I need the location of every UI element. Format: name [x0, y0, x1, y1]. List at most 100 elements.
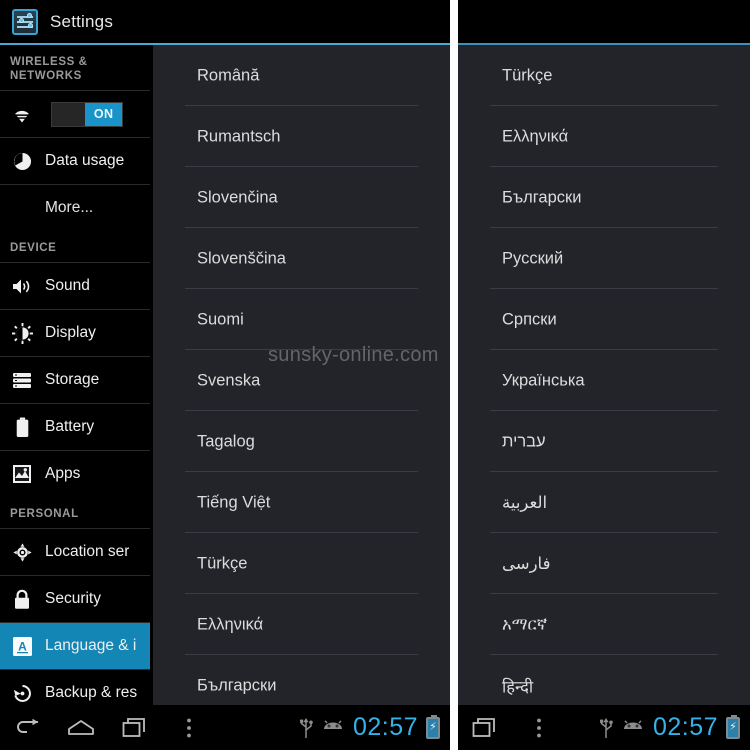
language-label: Български [197, 676, 277, 694]
app-titlebar-right [458, 0, 750, 43]
settings-sidebar: WIRELESS & NETWORKS ON Data usage More..… [0, 45, 150, 705]
lock-icon [10, 587, 34, 611]
language-label: Tiếng Việt [197, 493, 271, 511]
language-list-item[interactable]: עברית [458, 411, 750, 472]
wifi-icon [10, 102, 34, 126]
recent-apps-icon[interactable] [458, 705, 512, 750]
language-list-item[interactable]: Русский [458, 228, 750, 289]
language-label: Rumantsch [197, 127, 281, 145]
sidebar-item-location-services[interactable]: Location ser [0, 529, 150, 575]
status-clock: 02:57 [652, 713, 718, 741]
language-list-item[interactable]: فارسی [458, 533, 750, 594]
sidebar-item-label: More... [45, 199, 94, 216]
language-label: العربية [502, 493, 548, 512]
sidebar-section-header-device: DEVICE [10, 242, 57, 254]
language-list-item[interactable]: Українська [458, 350, 750, 411]
back-arrow-icon[interactable] [0, 705, 54, 750]
language-list-item[interactable]: हिन्दी [458, 655, 750, 705]
sidebar-item-label: Language & i [45, 637, 137, 654]
sidebar-item-label: Security [45, 590, 101, 607]
svg-text:A: A [18, 639, 27, 653]
android-debug-icon [622, 720, 644, 735]
page-title: Settings [50, 11, 114, 31]
language-list-item[interactable]: Български [153, 655, 450, 705]
android-debug-icon [322, 720, 344, 735]
battery-charging-glyph: ⚡ [729, 721, 737, 733]
language-label: አማርኛ [502, 615, 548, 633]
language-list-item[interactable]: Српски [458, 289, 750, 350]
language-list-item[interactable]: Ελληνικά [458, 106, 750, 167]
home-icon[interactable] [54, 705, 108, 750]
sidebar-item-label: Sound [45, 277, 90, 294]
sidebar-item-data-usage[interactable]: Data usage [0, 138, 150, 184]
sidebar-item-label: Location ser [45, 543, 130, 560]
settings-content-right: Türkçe Ελληνικά Български Русский Српски Укра… [458, 45, 750, 705]
overflow-menu-icon[interactable] [162, 705, 216, 750]
language-label: Українська [502, 371, 585, 389]
language-list-item[interactable]: Ελληνικά [153, 594, 450, 655]
language-label: Српски [502, 310, 557, 328]
sidebar-item-backup-and-reset[interactable]: Backup & res [0, 670, 150, 705]
language-list-item[interactable]: Türkçe [458, 45, 750, 106]
navigation-bar-right: 02:57 ⚡ [458, 705, 750, 750]
language-label: Български [502, 188, 582, 206]
language-list-item[interactable]: Suomi [153, 289, 450, 350]
language-label: Svenska [197, 371, 261, 389]
language-label: Türkçe [197, 554, 248, 572]
sidebar-item-label: Storage [45, 371, 100, 388]
battery-charging-icon: ⚡ [726, 714, 740, 739]
brightness-icon [10, 321, 34, 345]
backup-restore-icon [10, 681, 34, 705]
language-label: Ελληνικά [502, 127, 569, 145]
sidebar-item-sound[interactable]: Sound [0, 263, 150, 309]
language-list-item[interactable]: አማርኛ [458, 594, 750, 655]
language-label: Slovenščina [197, 249, 286, 267]
system-status-area-right: 02:57 ⚡ [599, 713, 750, 742]
battery-icon [10, 415, 34, 439]
language-list-item[interactable]: Slovenčina [153, 167, 450, 228]
sidebar-item-label: Backup & res [45, 684, 138, 701]
wifi-toggle[interactable]: ON [51, 101, 123, 127]
screenshot-divider [450, 0, 458, 750]
recent-apps-icon[interactable] [108, 705, 162, 750]
device-screenshot-right: Türkçe Ελληνικά Български Русский Српски Укра… [458, 0, 750, 750]
battery-charging-icon: ⚡ [426, 714, 440, 739]
sidebar-item-language-and-input[interactable]: A Language & i [0, 623, 150, 669]
language-list-item[interactable]: Türkçe [153, 533, 450, 594]
settings-content: WIRELESS & NETWORKS ON Data usage More..… [0, 45, 450, 705]
language-label: Ελληνικά [197, 615, 264, 633]
sidebar-item-storage[interactable]: Storage [0, 357, 150, 403]
sidebar-item-apps[interactable]: Apps [0, 451, 150, 497]
language-label: Türkçe [502, 66, 553, 84]
data-usage-pie-icon [10, 149, 34, 173]
sidebar-item-security[interactable]: Security [0, 576, 150, 622]
settings-sliders-icon [12, 8, 38, 35]
watermark: sunsky-online.com [268, 344, 439, 366]
sidebar-item-more[interactable]: More... [0, 185, 150, 231]
language-list-item[interactable]: Slovenščina [153, 228, 450, 289]
sidebar-section-header-wireless: WIRELESS & NETWORKS [10, 56, 88, 82]
status-clock: 02:57 [352, 713, 418, 741]
sidebar-item-wifi[interactable]: ON [0, 91, 150, 137]
overflow-menu-icon[interactable] [512, 705, 566, 750]
app-titlebar: Settings [0, 0, 450, 43]
sidebar-item-label: Apps [45, 465, 81, 482]
location-target-icon [10, 540, 34, 564]
apps-image-icon [10, 462, 34, 486]
sidebar-item-label: Data usage [45, 152, 125, 169]
language-list-left[interactable]: Română Rumantsch Slovenčina Slovenščina Suom… [150, 45, 450, 705]
language-list-item[interactable]: العربية [458, 472, 750, 533]
sidebar-item-battery[interactable]: Battery [0, 404, 150, 450]
language-list-right[interactable]: Türkçe Ελληνικά Български Русский Српски Укра… [458, 45, 750, 705]
language-list-item[interactable]: Български [458, 167, 750, 228]
language-list-item[interactable]: Română [153, 45, 450, 106]
sidebar-item-display[interactable]: Display [0, 310, 150, 356]
language-list-item[interactable]: Tagalog [153, 411, 450, 472]
language-list-item[interactable]: Rumantsch [153, 106, 450, 167]
language-a-icon: A [10, 634, 34, 658]
navigation-bar-left: 02:57 ⚡ [0, 705, 450, 750]
language-label: Русский [502, 249, 564, 267]
sidebar-section-header-personal: PERSONAL [10, 508, 79, 520]
usb-icon [599, 717, 613, 739]
language-list-item[interactable]: Tiếng Việt [153, 472, 450, 533]
